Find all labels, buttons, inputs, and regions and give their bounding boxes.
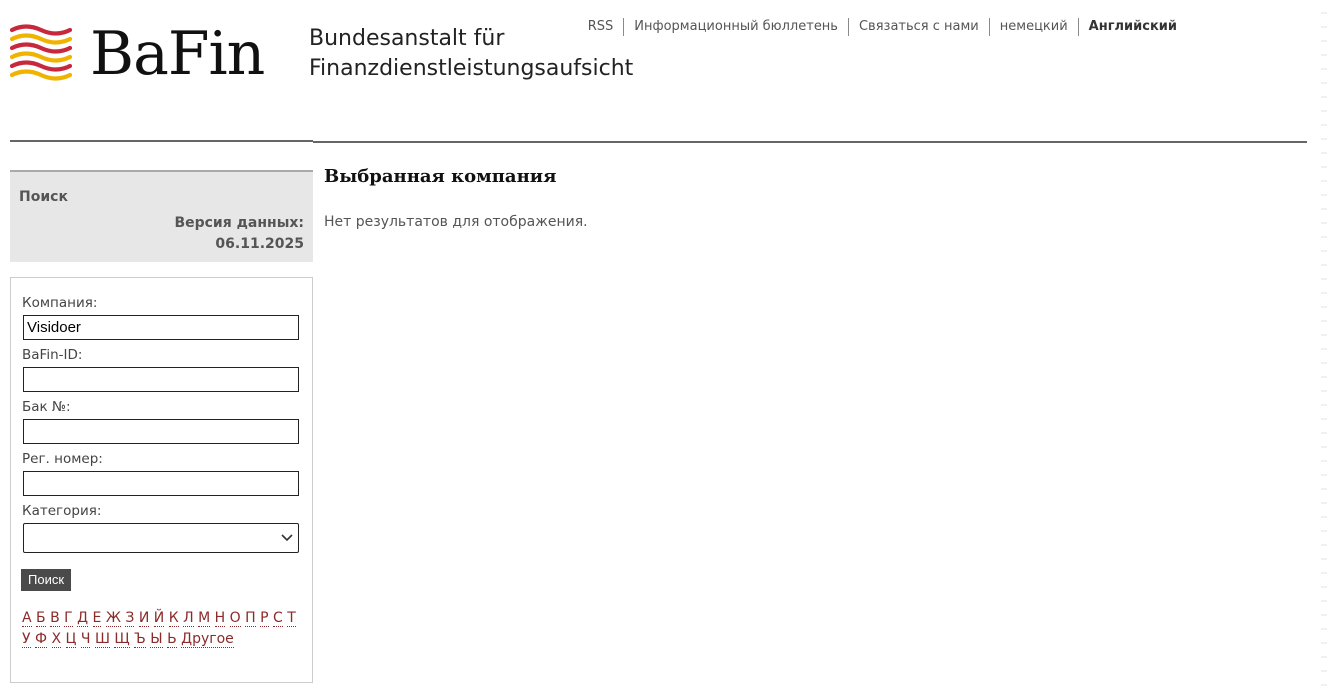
alphabet-link[interactable]: У	[22, 631, 31, 648]
sidebar-title: Поиск	[19, 189, 68, 205]
sidebar-header: Поиск Версия данных: 06.11.2025	[10, 170, 313, 262]
bak-number-label: Бак №:	[22, 399, 71, 415]
search-button[interactable]: Поиск	[21, 569, 72, 591]
divider-right	[313, 141, 1307, 143]
data-version-label: Версия данных:	[174, 215, 304, 231]
top-navigation: RSS Информационный бюллетень Связаться с…	[578, 18, 1187, 36]
alphabet-link[interactable]: Ж	[105, 610, 121, 627]
reg-number-label: Рег. номер:	[22, 451, 103, 467]
alphabet-link[interactable]: Х	[51, 631, 62, 648]
alphabet-link[interactable]: Ы	[150, 631, 163, 648]
bafin-logo-text: BaFin	[90, 19, 265, 89]
nav-rss[interactable]: RSS	[578, 18, 624, 36]
alphabet-link[interactable]: Й	[153, 610, 165, 627]
page-title: Выбранная компания	[324, 166, 557, 187]
chevron-down-icon	[281, 534, 293, 542]
alphabet-link[interactable]: Ъ	[134, 631, 146, 648]
alphabet-link[interactable]: Щ	[114, 631, 130, 648]
alphabet-link[interactable]: М	[198, 610, 211, 627]
alphabet-link[interactable]: Ь	[167, 631, 177, 648]
reg-number-input[interactable]	[23, 471, 299, 496]
alphabet-link[interactable]: С	[273, 610, 283, 627]
alphabet-link[interactable]: Р	[260, 610, 269, 627]
alphabet-link[interactable]: Л	[183, 610, 194, 627]
nav-language-german[interactable]: немецкий	[990, 18, 1078, 36]
alphabet-link[interactable]: Ч	[80, 631, 91, 648]
alphabet-link[interactable]: О	[229, 610, 241, 627]
alphabet-link[interactable]: Б	[36, 610, 46, 627]
alphabet-link[interactable]: И	[138, 610, 150, 627]
bafin-id-input[interactable]	[23, 367, 299, 392]
bafin-logo-icon	[10, 24, 72, 81]
alphabet-link[interactable]: В	[50, 610, 60, 627]
alphabet-link[interactable]: А	[22, 610, 32, 627]
no-results-message: Нет результатов для отображения.	[324, 214, 588, 230]
bak-number-input[interactable]	[23, 419, 299, 444]
category-select[interactable]	[23, 523, 299, 553]
category-label: Категория:	[22, 503, 102, 519]
alphabet-link[interactable]: Другое	[181, 631, 234, 648]
alphabet-link[interactable]: К	[168, 610, 179, 627]
alphabet-link[interactable]: Е	[92, 610, 102, 627]
alphabet-link[interactable]: Ф	[34, 631, 48, 648]
agency-name-line2: Finanzdienstleistungsaufsicht	[309, 56, 634, 81]
company-label: Компания:	[22, 295, 98, 311]
data-version: Версия данных: 06.11.2025	[174, 213, 304, 255]
divider-left	[10, 140, 313, 142]
bafin-id-label: BaFin-ID:	[22, 347, 83, 363]
company-input[interactable]: Visidoer	[23, 315, 299, 340]
alphabet-link[interactable]: Г	[64, 610, 73, 627]
alphabet-link[interactable]: П	[245, 610, 256, 627]
alphabet-link[interactable]: Ц	[65, 631, 77, 648]
nav-contact[interactable]: Связаться с нами	[849, 18, 989, 36]
nav-newsletter[interactable]: Информационный бюллетень	[624, 18, 848, 36]
nav-language-english[interactable]: Английский	[1079, 18, 1187, 36]
alphabet-index: А Б В Г Д Е Ж З И Й К Л М Н О П Р С Т У …	[22, 608, 302, 650]
alphabet-link[interactable]: Ш	[94, 631, 110, 648]
scrollbar-track[interactable]	[1321, 0, 1327, 693]
alphabet-link[interactable]: Т	[287, 610, 296, 627]
alphabet-link[interactable]: Н	[214, 610, 226, 627]
alphabet-link[interactable]: З	[125, 610, 135, 627]
search-form: Компания: Visidoer BaFin-ID: Бак №: Рег.…	[10, 277, 313, 683]
data-version-date: 06.11.2025	[215, 236, 304, 252]
alphabet-link[interactable]: Д	[77, 610, 89, 627]
